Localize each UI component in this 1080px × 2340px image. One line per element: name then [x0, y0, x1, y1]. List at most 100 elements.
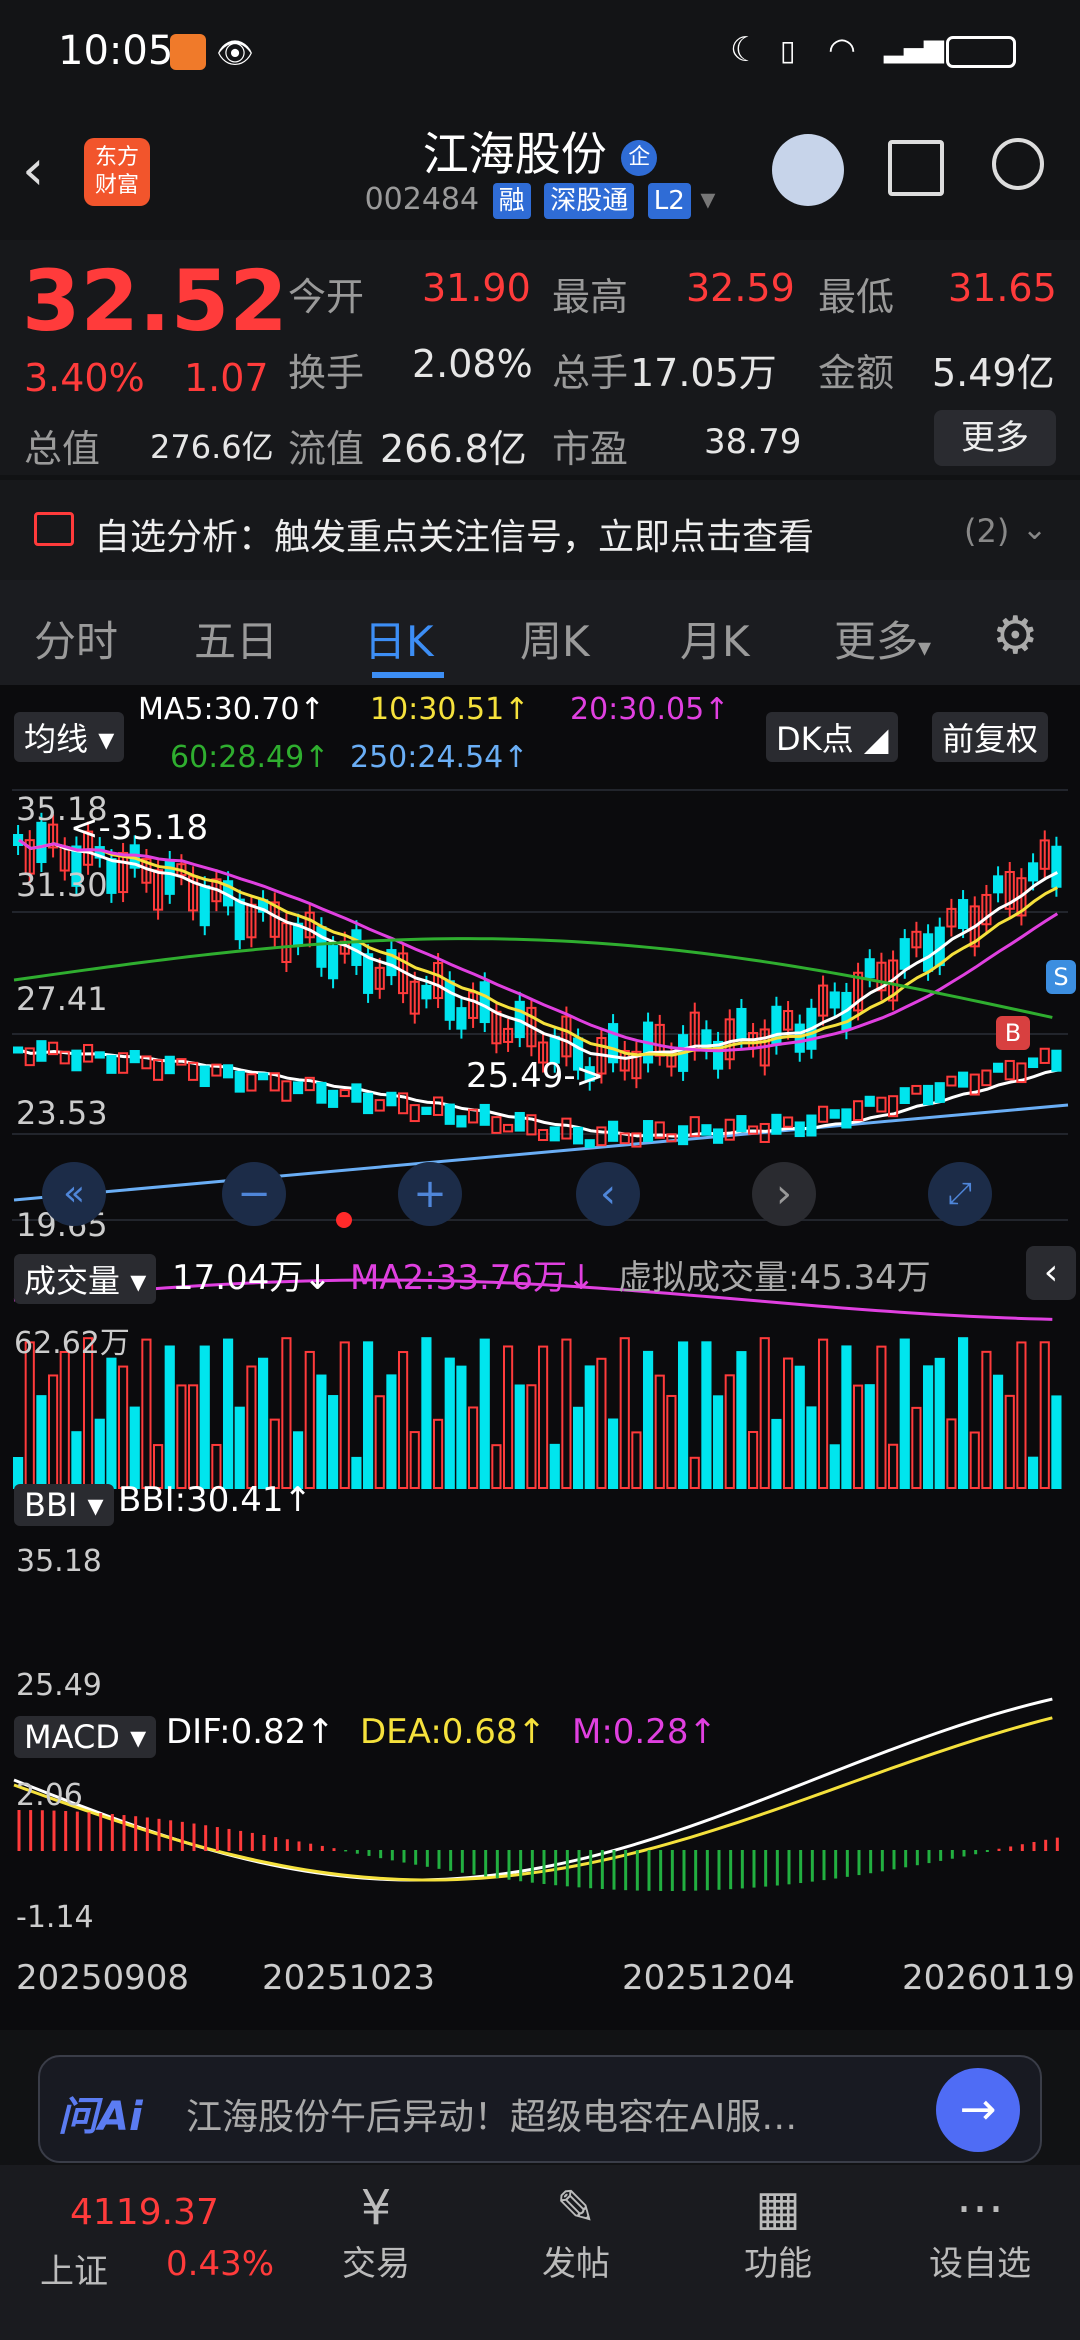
- change-amount: 1.07: [184, 356, 269, 400]
- bbi-candle: [351, 1083, 362, 1103]
- eye-icon: 👁: [216, 36, 255, 71]
- volume-bar: [269, 1418, 280, 1489]
- bbi-candle: [456, 1115, 467, 1128]
- ma20-value: 20:30.05↑: [570, 692, 730, 727]
- share-icon[interactable]: [888, 140, 944, 196]
- vibrate-icon: ▯: [780, 34, 796, 67]
- pe-value: 38.79: [704, 422, 802, 462]
- tab-intraday[interactable]: 分时: [34, 608, 118, 669]
- volume-bar: [24, 1341, 35, 1490]
- nav-post[interactable]: ✎ 发帖: [506, 2180, 646, 2285]
- ma250-line: [13, 1103, 1069, 1202]
- macd-bar: [309, 1843, 313, 1851]
- macd-bar: [390, 1850, 394, 1861]
- date-label-4: 20260119: [902, 1958, 1076, 1998]
- adjust-selector[interactable]: 前复权: [932, 712, 1049, 762]
- bbi-candle: [853, 1100, 864, 1122]
- tab-daily-k[interactable]: 日K: [364, 608, 434, 669]
- fullscreen-icon[interactable]: ⤢: [928, 1162, 992, 1226]
- bbi-candle: [1051, 1049, 1062, 1072]
- bbi-candle: [13, 1046, 24, 1054]
- volume-bar: [701, 1341, 712, 1489]
- nav-add-watchlist[interactable]: ⋯ 设自选: [910, 2180, 1050, 2285]
- chevron-down-icon[interactable]: ▾: [700, 182, 715, 217]
- macd-bar: [495, 1850, 499, 1879]
- buy-signal-marker[interactable]: B: [996, 1016, 1030, 1050]
- volume-bar: [888, 1443, 899, 1489]
- tab-weekly-k[interactable]: 周K: [520, 608, 590, 669]
- more-button[interactable]: 更多: [934, 410, 1056, 466]
- nav-trade[interactable]: ¥ 交易: [306, 2180, 446, 2285]
- bbi-candle: [678, 1125, 689, 1146]
- kline-candle: [421, 984, 432, 1000]
- trade-yen-icon: ¥: [360, 2180, 392, 2236]
- macd-bar: [577, 1850, 581, 1888]
- macd-selector[interactable]: MACD ▾: [14, 1716, 157, 1758]
- bbi-candle: [1028, 1057, 1039, 1069]
- bbi-candle: [549, 1126, 560, 1142]
- last-price: 32.52: [22, 252, 288, 350]
- volume-bar: [689, 1456, 700, 1490]
- dk-point-selector[interactable]: DK点 ◢: [766, 712, 899, 762]
- volume-bar: [106, 1357, 117, 1489]
- index-name[interactable]: 上证: [40, 2244, 108, 2293]
- robot-assistant-icon[interactable]: [772, 134, 844, 206]
- macd-bar: [705, 1850, 709, 1891]
- scroll-right-button[interactable]: ›: [752, 1162, 816, 1226]
- volume-bar: [783, 1357, 794, 1489]
- volume-bar: [573, 1406, 584, 1489]
- zoom-out-button[interactable]: −: [222, 1162, 286, 1226]
- volume-bar: [678, 1341, 689, 1490]
- bbi-selector[interactable]: BBI ▾: [14, 1484, 114, 1526]
- bbi-candle: [36, 1040, 47, 1062]
- scroll-left-fast-button[interactable]: «: [42, 1162, 106, 1226]
- bbi-candle: [71, 1049, 82, 1072]
- macd-dif-label: DIF:0.82↑: [166, 1712, 335, 1752]
- tab-more[interactable]: 更多▾: [834, 608, 931, 669]
- ma-selector[interactable]: 均线 ▾: [14, 712, 125, 762]
- volume-bar: [654, 1374, 665, 1489]
- volume-bar: [946, 1418, 957, 1490]
- nav-functions[interactable]: ▦ 功能: [708, 2180, 848, 2285]
- volume-bar: [479, 1338, 490, 1489]
- tab-5day[interactable]: 五日: [194, 608, 278, 669]
- scroll-left-button[interactable]: ‹: [576, 1162, 640, 1226]
- volume-bar: [36, 1395, 47, 1489]
- index-change[interactable]: 0.43%: [166, 2244, 274, 2284]
- kline-candle: [736, 1007, 747, 1041]
- collapse-panel-button[interactable]: ‹: [1026, 1246, 1076, 1300]
- macd-bar: [414, 1850, 418, 1865]
- sell-signal-marker[interactable]: S: [1046, 960, 1076, 994]
- bbi-candle: [363, 1092, 374, 1115]
- settings-gear-icon[interactable]: ⚙: [992, 606, 1039, 666]
- bbi-candle: [514, 1111, 525, 1132]
- turnover-label: 换手: [288, 351, 365, 395]
- volume-bar: [409, 1431, 420, 1490]
- index-value[interactable]: 4119.37: [70, 2192, 219, 2233]
- tag-level2[interactable]: L2: [647, 183, 691, 219]
- mktcap-label: 总值: [24, 427, 101, 471]
- kline-candle: [199, 885, 210, 927]
- volume-selector[interactable]: 成交量 ▾: [14, 1254, 157, 1304]
- edit-icon: ✎: [555, 2180, 597, 2236]
- bbi-candle: [1039, 1047, 1050, 1064]
- bbi-candle: [164, 1055, 175, 1075]
- zoom-in-button[interactable]: +: [398, 1162, 462, 1226]
- ma10-value: 10:30.51↑: [370, 692, 530, 727]
- ask-ai-send-button[interactable]: →: [936, 2068, 1020, 2152]
- volume-value-label: 17.04万↓: [172, 1258, 332, 1298]
- macd-bar: [962, 1850, 966, 1857]
- tab-monthly-k[interactable]: 月K: [680, 608, 750, 669]
- bbi-candle: [573, 1126, 584, 1145]
- bbi-candle: [421, 1106, 432, 1115]
- macd-bar: [180, 1821, 184, 1851]
- macd-bar: [367, 1850, 371, 1856]
- volume-bar: [631, 1431, 642, 1489]
- bbi-candle: [561, 1117, 572, 1140]
- volume-bars: [13, 1337, 1062, 1490]
- bbi-candle: [444, 1103, 455, 1125]
- bbi-candle: [864, 1095, 875, 1107]
- search-icon[interactable]: [992, 138, 1044, 190]
- volume-bar: [561, 1338, 572, 1489]
- bbi-candle: [386, 1091, 397, 1107]
